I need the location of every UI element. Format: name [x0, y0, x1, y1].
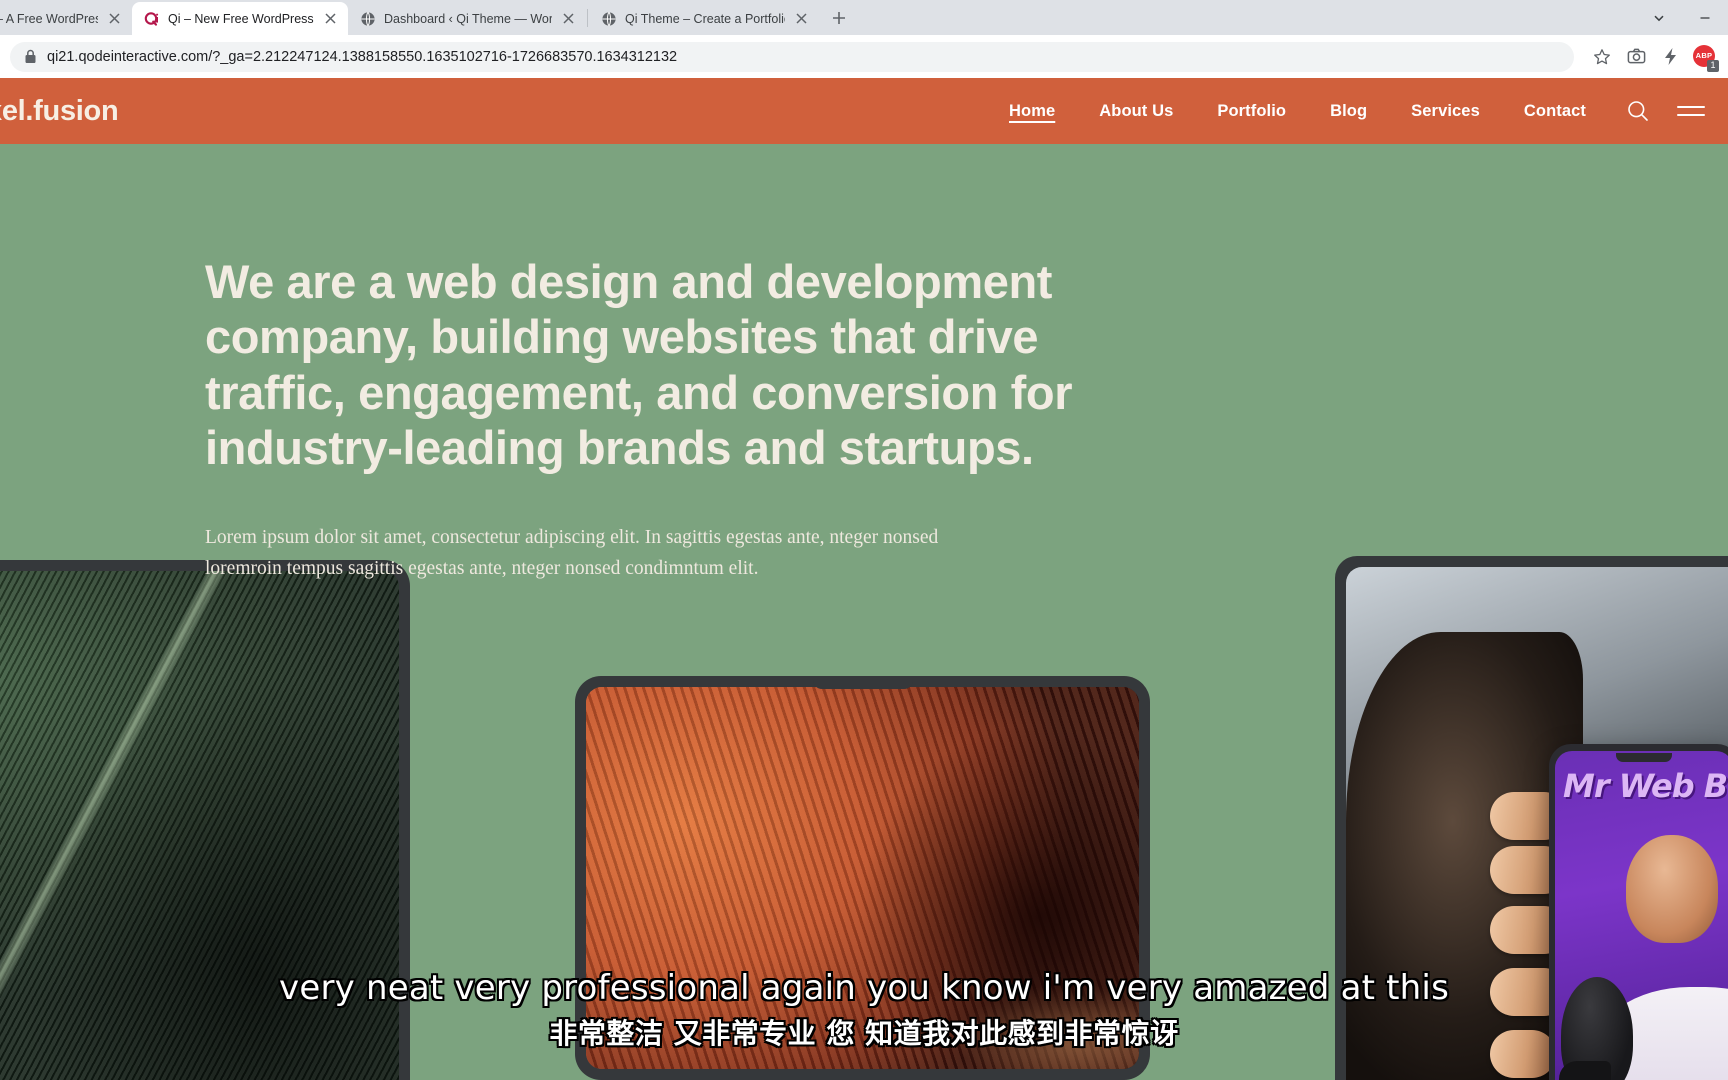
address-bar[interactable]: qi21.qodeinteractive.com/?_ga=2.21224712… [10, 41, 1574, 72]
new-tab-button[interactable] [825, 4, 853, 32]
webcam-screen: Mr Web B WBOLT.C [1555, 751, 1728, 1080]
minimize-icon[interactable] [1682, 0, 1728, 35]
address-bar-url: qi21.qodeinteractive.com/?_ga=2.21224712… [47, 48, 678, 65]
screenshot-camera-icon[interactable] [1622, 43, 1650, 71]
site-logo[interactable]: xel.fusion [0, 95, 119, 128]
adblock-badge-count: 1 [1707, 59, 1719, 72]
finger [1490, 1030, 1556, 1078]
window-controls [1636, 0, 1728, 35]
close-icon[interactable] [560, 11, 576, 27]
webcam-phone-overlay: Mr Web B WBOLT.C [1549, 744, 1728, 1080]
chevron-down-icon[interactable] [1636, 0, 1682, 35]
webcam-title: Mr Web B [1563, 767, 1728, 805]
nav-item-blog[interactable]: Blog [1308, 102, 1389, 121]
microphone-icon [1559, 977, 1633, 1080]
hero-title: We are a web design and development comp… [205, 255, 1073, 475]
browser-tab-1[interactable]: Qi – New Free WordPress Theme [132, 2, 348, 35]
tab-strip: – A Free WordPress Th Qi – New Free Word… [0, 0, 1728, 35]
tab-title: Dashboard ‹ Qi Theme — WordP [384, 11, 552, 26]
device-mockups [0, 556, 1728, 1080]
close-icon[interactable] [793, 11, 809, 27]
hero-section: un We are a web design and development c… [0, 144, 1728, 1080]
globe-icon [360, 11, 376, 27]
tab-separator [587, 8, 588, 27]
lightning-bolt-icon[interactable] [1656, 43, 1684, 71]
browser-tab-0[interactable]: – A Free WordPress Th [0, 2, 132, 35]
nav-item-home[interactable]: Home [987, 102, 1077, 121]
tablet-center-screen [586, 687, 1139, 1069]
tab-title: – A Free WordPress Th [0, 11, 98, 26]
tab-title: Qi Theme – Create a Portfolio We [625, 11, 785, 26]
site-header: xel.fusion Home About Us Portfolio Blog … [0, 78, 1728, 144]
globe-icon [601, 11, 617, 27]
main-navigation: Home About Us Portfolio Blog Services Co… [987, 102, 1608, 121]
browser-tab-3[interactable]: Qi Theme – Create a Portfolio We [589, 2, 819, 35]
browser-window: – A Free WordPress Th Qi – New Free Word… [0, 0, 1728, 1080]
orange-canyon-photo [586, 687, 1139, 1069]
presenter-head [1626, 835, 1719, 943]
bookmark-star-icon[interactable] [1588, 43, 1616, 71]
close-icon[interactable] [322, 11, 338, 27]
close-icon[interactable] [106, 11, 122, 27]
page-viewport: xel.fusion Home About Us Portfolio Blog … [0, 78, 1728, 1080]
lock-icon [24, 49, 37, 64]
browser-toolbar: qi21.qodeinteractive.com/?_ga=2.21224712… [0, 35, 1728, 78]
nav-item-contact[interactable]: Contact [1502, 102, 1608, 121]
tablet-center [575, 676, 1150, 1080]
green-leaf-photo [0, 571, 399, 1080]
nav-item-services[interactable]: Services [1389, 102, 1502, 121]
device-notch [812, 676, 913, 689]
search-icon[interactable] [1626, 99, 1650, 123]
tablet-left-screen [0, 571, 399, 1080]
hamburger-menu-icon[interactable] [1676, 101, 1706, 121]
browser-tab-2[interactable]: Dashboard ‹ Qi Theme — WordP [348, 2, 586, 35]
toolbar-icons: ABP 1 [1582, 43, 1719, 72]
tab-title: Qi – New Free WordPress Theme [168, 11, 314, 26]
qi-icon [144, 11, 160, 27]
hero-subtitle: Lorem ipsum dolor sit amet, consectetur … [205, 526, 939, 580]
nav-item-about-us[interactable]: About Us [1077, 102, 1195, 121]
header-icons [1626, 99, 1706, 123]
phone-notch [1616, 753, 1672, 762]
hero-copy: We are a web design and development comp… [0, 144, 1180, 585]
tablet-left [0, 560, 410, 1080]
nav-item-portfolio[interactable]: Portfolio [1195, 102, 1308, 121]
adblock-extension-button[interactable]: ABP 1 [1690, 43, 1719, 72]
